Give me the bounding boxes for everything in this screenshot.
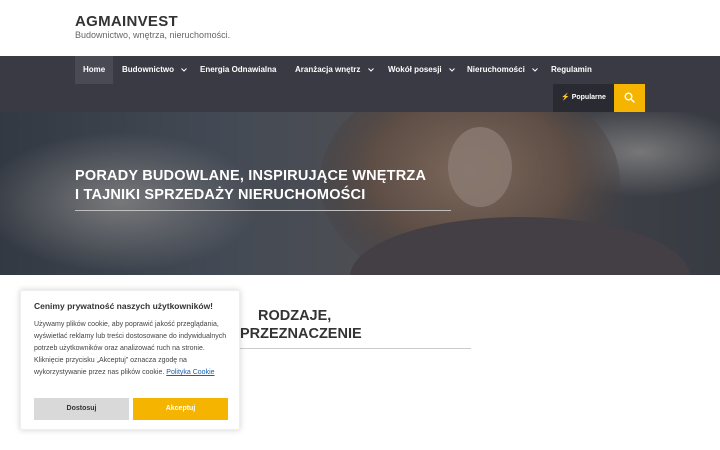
chevron-down-icon bbox=[367, 68, 374, 72]
nav-item-aranzacja[interactable]: Aranżacja wnętrz bbox=[287, 56, 383, 84]
hero-title: PORADY BUDOWLANE, INSPIRUJĄCE WNĘTRZA I … bbox=[75, 167, 465, 205]
cookie-body: Używamy plików cookie, aby poprawić jako… bbox=[34, 321, 227, 376]
nav-item-label: Regulamin bbox=[551, 65, 592, 74]
nav-item-label: Nieruchomości bbox=[467, 65, 525, 74]
popular-button[interactable]: ⚡ Popularne bbox=[553, 84, 614, 112]
cookie-consent-dialog: Cenimy prywatność naszych użytkowników! … bbox=[20, 290, 240, 430]
nav-item-home[interactable]: Home bbox=[75, 56, 114, 84]
site-header: AGMAINVEST Budownictwo, wnętrza, nieruch… bbox=[0, 0, 720, 56]
main-nav: Home Budownictwo Energia Odnawialna Aran… bbox=[0, 56, 720, 112]
nav-item-budownictwo[interactable]: Budownictwo bbox=[114, 56, 196, 84]
nav-item-regulamin[interactable]: Regulamin bbox=[543, 56, 600, 84]
site-title[interactable]: AGMAINVEST bbox=[75, 13, 178, 30]
nav-item-label: Budownictwo bbox=[122, 65, 174, 74]
cookie-text: Używamy plików cookie, aby poprawić jako… bbox=[34, 319, 232, 379]
nav-item-label: Wokół posesji bbox=[388, 65, 442, 74]
site-tagline: Budownictwo, wnętrza, nieruchomości. bbox=[75, 30, 231, 40]
chevron-down-icon bbox=[449, 68, 455, 72]
nav-item-wokol-posesji[interactable]: Wokół posesji bbox=[380, 56, 464, 84]
nav-item-nieruchomosci[interactable]: Nieruchomości bbox=[459, 56, 547, 84]
search-icon bbox=[624, 92, 635, 103]
nav-item-label: Energia Odnawialna bbox=[200, 65, 277, 74]
hero-banner: PORADY BUDOWLANE, INSPIRUJĄCE WNĘTRZA I … bbox=[0, 112, 720, 275]
hero-title-line: PORADY BUDOWLANE, INSPIRUJĄCE WNĘTRZA bbox=[75, 168, 427, 184]
hero-title-line: I TAJNIKI SPRZEDAŻY NIERUCHOMOŚCI bbox=[75, 187, 366, 203]
search-button[interactable] bbox=[614, 84, 645, 112]
accept-button[interactable]: Akceptuj bbox=[133, 398, 228, 420]
customize-button[interactable]: Dostosuj bbox=[34, 398, 129, 420]
hero-divider bbox=[75, 210, 451, 211]
chevron-down-icon bbox=[181, 68, 188, 72]
nav-item-energia[interactable]: Energia Odnawialna bbox=[192, 56, 284, 84]
chevron-down-icon bbox=[532, 68, 538, 72]
nav-item-label: Aranżacja wnętrz bbox=[295, 65, 361, 74]
cookie-policy-link[interactable]: Polityka Cookie bbox=[166, 369, 214, 376]
cookie-title: Cenimy prywatność naszych użytkowników! bbox=[34, 301, 214, 311]
nav-item-label: Home bbox=[83, 65, 106, 74]
popular-label: ⚡ Popularne bbox=[561, 94, 606, 101]
